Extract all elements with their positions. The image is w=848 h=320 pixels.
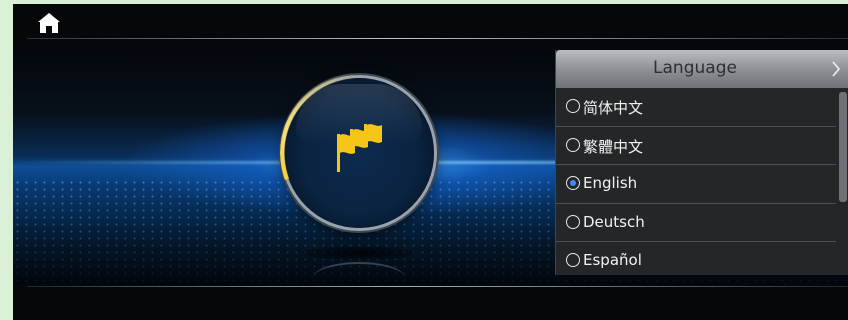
- language-feature-badge: [284, 78, 434, 228]
- radio-button[interactable]: [566, 99, 580, 113]
- language-label: English: [583, 174, 638, 192]
- language-list: 简体中文 繁體中文 English Deutsch Español: [556, 88, 836, 275]
- list-scrollbar[interactable]: [839, 92, 847, 270]
- radio-button[interactable]: [566, 253, 580, 267]
- language-label: 简体中文: [583, 99, 644, 117]
- language-option-english[interactable]: English: [556, 165, 836, 204]
- badge-shadow: [303, 246, 415, 260]
- panel-title: Language: [653, 58, 737, 78]
- head-unit-screen: Language 简体中文 繁體中文 English Deutsch Españ…: [13, 4, 848, 320]
- language-label: 繁體中文: [583, 137, 644, 156]
- language-label: Deutsch: [583, 212, 645, 231]
- radio-button[interactable]: [566, 137, 580, 152]
- bottom-divider: [27, 286, 848, 287]
- language-option-deutsch[interactable]: Deutsch: [556, 204, 836, 242]
- radio-button-selected[interactable]: [566, 176, 580, 190]
- chevron-right-icon: [832, 61, 841, 77]
- flags-icon: [337, 124, 382, 172]
- top-bar: [13, 4, 848, 38]
- language-option-traditional-chinese[interactable]: 繁體中文: [556, 127, 836, 165]
- scrollbar-thumb[interactable]: [839, 92, 847, 202]
- language-header-button[interactable]: Language: [556, 50, 848, 88]
- badge-reflection: [313, 262, 405, 294]
- home-icon[interactable]: [37, 12, 61, 34]
- radio-button[interactable]: [566, 214, 580, 229]
- language-option-espanol[interactable]: Español: [556, 242, 836, 275]
- language-panel: Language 简体中文 繁體中文 English Deutsch Españ…: [555, 50, 848, 275]
- language-label: Español: [583, 251, 642, 269]
- language-option-simplified-chinese[interactable]: 简体中文: [556, 88, 836, 127]
